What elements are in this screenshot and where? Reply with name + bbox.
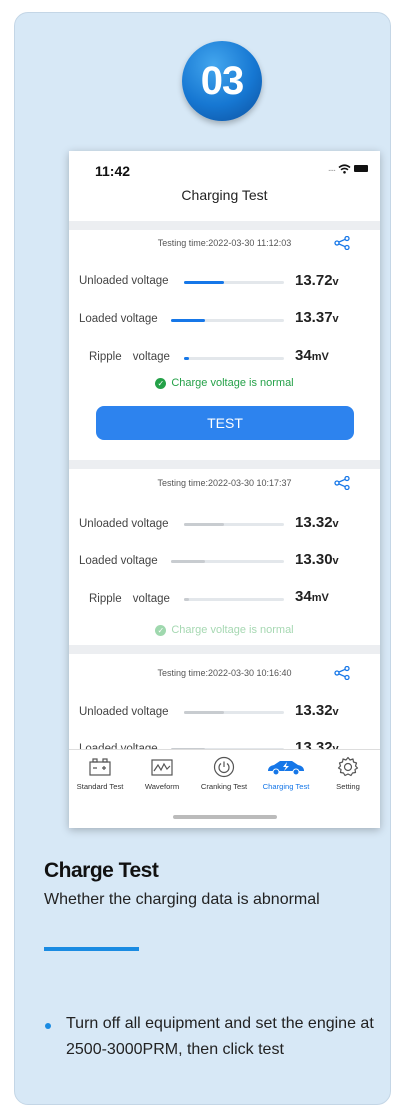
- value-unit: v: [332, 313, 339, 325]
- ripple-voltage-value: 34mV: [295, 347, 329, 364]
- loaded-voltage-value: 13.30v: [295, 551, 339, 568]
- value-number: 13.37: [295, 309, 333, 326]
- loaded-voltage-label: Loaded voltage: [79, 555, 158, 567]
- tab-label: Standard Test: [76, 782, 124, 791]
- value-number: 13.32: [295, 702, 333, 719]
- test-button[interactable]: TEST: [96, 406, 354, 440]
- level-fill: [184, 357, 189, 360]
- ripple-voltage-label: Ripple voltage: [89, 351, 170, 363]
- unloaded-voltage-label: Unloaded voltage: [79, 706, 169, 718]
- tab-setting[interactable]: Setting: [317, 756, 379, 791]
- value-number: 34: [295, 588, 312, 605]
- gear-icon: [337, 756, 359, 777]
- charge-status-text: Charge voltage is normal: [171, 624, 294, 636]
- share-icon[interactable]: [334, 666, 350, 680]
- share-icon[interactable]: [334, 476, 350, 490]
- section-divider: [69, 460, 380, 469]
- bottom-tab-bar: Standard Test Waveform Cranking Test Cha…: [69, 749, 380, 810]
- share-icon[interactable]: [334, 236, 350, 250]
- tab-label: Cranking Test: [200, 782, 248, 791]
- check-circle-icon: ✓: [155, 377, 167, 389]
- page-title: Charging Test: [181, 187, 268, 203]
- level-fill: [184, 711, 224, 714]
- value-number: 13.30: [295, 551, 333, 568]
- value-unit: v: [332, 706, 339, 718]
- unloaded-voltage-bar: [184, 711, 284, 714]
- level-fill: [184, 598, 189, 601]
- value-unit: v: [332, 555, 339, 567]
- step-badge: 03: [182, 41, 262, 121]
- value-number: 13.32: [295, 514, 333, 531]
- status-icons: ....: [328, 163, 368, 174]
- accent-divider: [44, 947, 139, 951]
- value-unit: v: [332, 518, 339, 530]
- waveform-icon: [151, 759, 173, 776]
- ripple-voltage-label: Ripple voltage: [89, 593, 170, 605]
- tab-label: Charging Test: [262, 782, 310, 791]
- loaded-voltage-bar: [171, 319, 284, 322]
- car-charging-icon: [268, 761, 304, 776]
- home-indicator: [173, 815, 277, 819]
- tab-label: Waveform: [144, 782, 180, 791]
- loaded-voltage-label: Loaded voltage: [79, 313, 158, 325]
- power-icon: [213, 756, 235, 778]
- bullet-icon: [45, 1023, 51, 1029]
- value-unit: mV: [311, 351, 329, 363]
- wifi-icon: [338, 163, 351, 174]
- phone-screen: 11:42 .... Charging Test Testing time:20…: [69, 151, 380, 828]
- unloaded-voltage-value: 13.72v: [295, 272, 339, 289]
- signal-icon: ....: [327, 163, 336, 174]
- level-fill: [171, 319, 205, 322]
- feature-card: 03 11:42 .... Charging Test Testing time…: [14, 12, 391, 1105]
- charge-status: ✓ Charge voltage is normal: [69, 377, 380, 389]
- value-unit: v: [332, 276, 339, 288]
- section-divider: [69, 645, 380, 654]
- ripple-voltage-bar: [184, 598, 284, 601]
- value-number: 13.72: [295, 272, 333, 289]
- tab-cranking-test[interactable]: Cranking Test: [193, 756, 255, 791]
- status-time: 11:42: [95, 163, 131, 179]
- unloaded-voltage-label: Unloaded voltage: [79, 275, 169, 287]
- feature-instruction: Turn off all equipment and set the engin…: [66, 1015, 374, 1058]
- charge-status-text: Charge voltage is normal: [171, 377, 294, 389]
- battery-icon: [89, 758, 111, 776]
- charge-status: ✓ Charge voltage is normal: [69, 624, 380, 636]
- tab-label: Setting: [336, 782, 360, 791]
- ripple-voltage-bar: [184, 357, 284, 360]
- tab-charging-test[interactable]: Charging Test: [255, 756, 317, 791]
- level-fill: [184, 523, 224, 526]
- section-divider: [69, 221, 380, 230]
- feature-title: Charge Test: [44, 859, 159, 882]
- feature-subtitle: Whether the charging data is abnormal: [44, 891, 320, 908]
- value-number: 34: [295, 347, 312, 364]
- step-number: 03: [200, 58, 244, 103]
- unloaded-voltage-bar: [184, 281, 284, 284]
- value-unit: mV: [311, 592, 329, 604]
- ripple-voltage-value: 34mV: [295, 588, 329, 605]
- level-fill: [184, 281, 224, 284]
- level-fill: [171, 560, 205, 563]
- check-circle-icon: ✓: [155, 624, 167, 636]
- unloaded-voltage-value: 13.32v: [295, 702, 339, 719]
- loaded-voltage-bar: [171, 560, 284, 563]
- battery-status-icon: [354, 165, 368, 172]
- unloaded-voltage-label: Unloaded voltage: [79, 518, 169, 530]
- tab-standard-test[interactable]: Standard Test: [69, 756, 131, 791]
- tab-waveform[interactable]: Waveform: [131, 756, 193, 791]
- loaded-voltage-value: 13.37v: [295, 309, 339, 326]
- unloaded-voltage-value: 13.32v: [295, 514, 339, 531]
- unloaded-voltage-bar: [184, 523, 284, 526]
